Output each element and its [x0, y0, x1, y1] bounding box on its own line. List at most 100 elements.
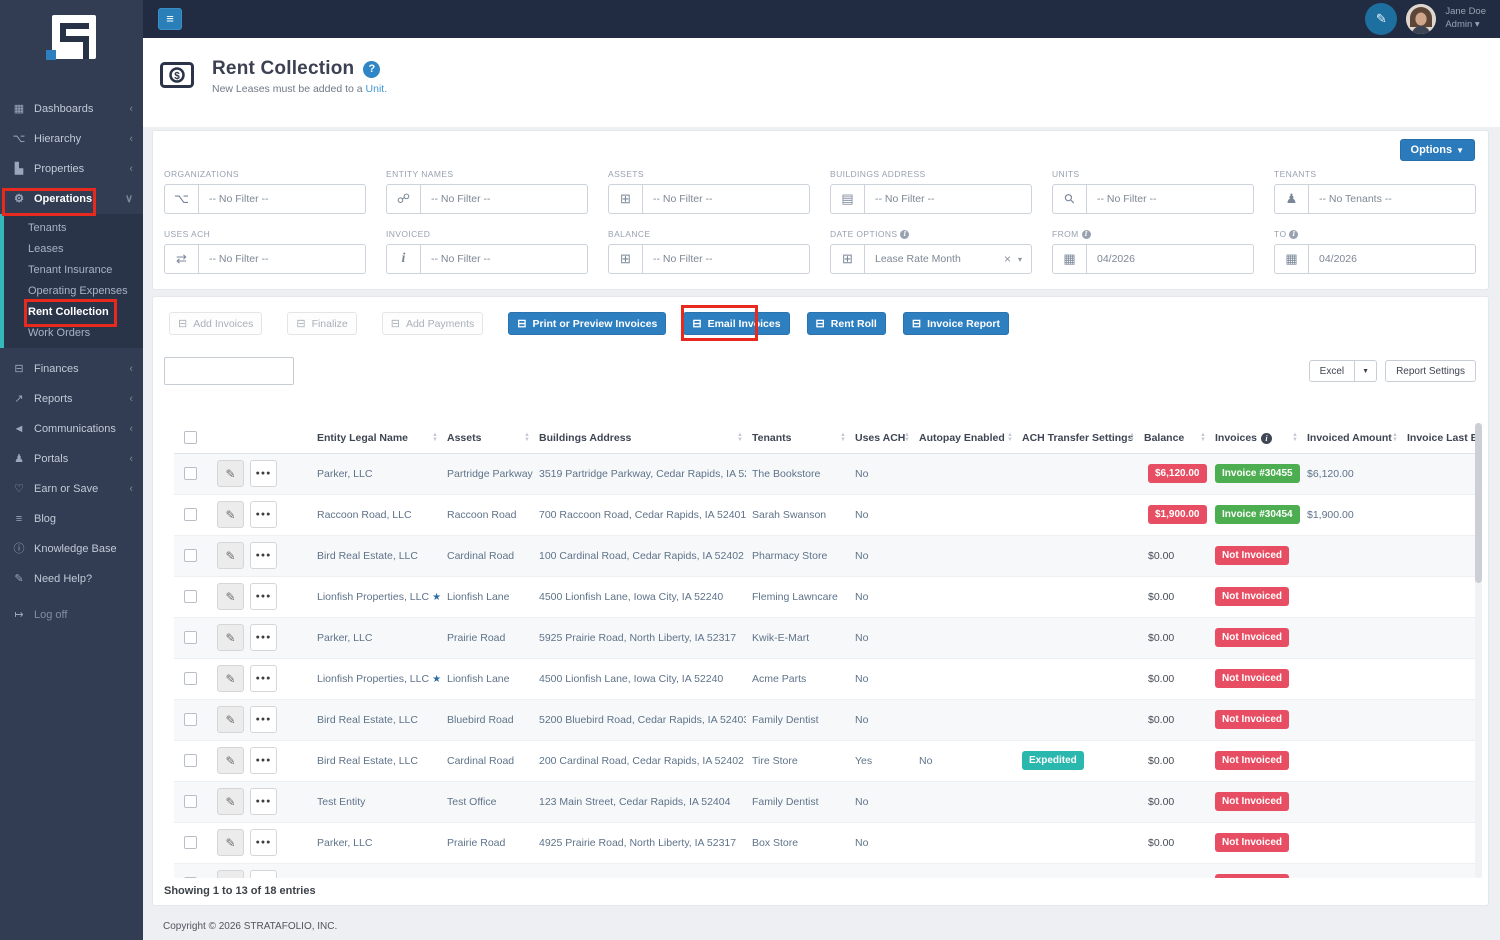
sidebar-item-communications[interactable]: ◄Communications‹ [0, 414, 143, 444]
avatar[interactable] [1406, 4, 1436, 34]
tenant-link[interactable]: Pharmacy Store [752, 550, 827, 562]
building-address-link[interactable]: 5200 Bluebird Road, Cedar Rapids, IA 524… [539, 714, 746, 726]
column-header-assets[interactable]: Assets▲▼ [441, 423, 533, 453]
filter-select-units[interactable]: ⚲-- No Filter -- [1052, 184, 1254, 214]
tenant-link[interactable]: Family Dentist [752, 796, 819, 808]
filter-select-tenants[interactable]: ♟-- No Tenants -- [1274, 184, 1476, 214]
building-address-link[interactable]: 5925 Prairie Road, North Liberty, IA 523… [539, 632, 736, 644]
sidebar-item-log-off[interactable]: ↦Log off [0, 600, 143, 630]
filter-select-from[interactable]: ▦04/2026 [1052, 244, 1254, 274]
row-checkbox[interactable] [184, 508, 197, 521]
stratafolio-logo[interactable] [0, 0, 143, 94]
tenant-link[interactable]: Sarah Swanson [752, 509, 826, 521]
tenant-link[interactable]: Kwik-E-Mart [752, 632, 809, 644]
column-header-ach-transfer-settings[interactable]: ACH Transfer Settings▲▼ [1016, 423, 1138, 453]
finalize-button[interactable]: ⊟Finalize [287, 312, 356, 335]
more-actions-button[interactable]: ●●● [250, 829, 277, 856]
entity-link[interactable]: Bird Real Estate, LLC [317, 755, 418, 767]
sidebar-item-reports[interactable]: ↗Reports‹ [0, 384, 143, 414]
edit-button[interactable]: ✎ [217, 542, 244, 569]
asset-link[interactable]: Prairie Road [447, 632, 505, 644]
building-address-link[interactable]: 3519 Partridge Parkway, Cedar Rapids, IA… [539, 468, 746, 480]
edit-button[interactable]: ✎ [217, 788, 244, 815]
column-header-balance[interactable]: Balance▲▼ [1138, 423, 1209, 453]
add-invoices-button[interactable]: ⊟Add Invoices [169, 312, 262, 335]
more-actions-button[interactable]: ●●● [250, 501, 277, 528]
invoice-badge[interactable]: Invoice #30455 [1215, 464, 1300, 483]
building-address-link[interactable]: 700 Raccoon Road, Cedar Rapids, IA 52401 [539, 509, 746, 521]
filter-select-buildings-address[interactable]: ▤-- No Filter -- [830, 184, 1032, 214]
sidebar-item-properties[interactable]: ▙Properties‹ [0, 154, 143, 184]
tenant-link[interactable]: Family Dentist [752, 714, 819, 726]
hamburger-menu-button[interactable]: ≡ [158, 8, 182, 30]
excel-export-button[interactable]: Excel [1309, 360, 1355, 382]
filter-select-uses-ach[interactable]: ⇄-- No Filter -- [164, 244, 366, 274]
column-header-uses-ach[interactable]: Uses ACH▲▼ [849, 423, 913, 453]
column-header-autopay-enabled[interactable]: Autopay Enabled▲▼ [913, 423, 1016, 453]
unit-link[interactable]: Unit. [366, 83, 388, 95]
sidebar-item-earn-or-save[interactable]: ♡Earn or Save‹ [0, 474, 143, 504]
entity-link[interactable]: Lionfish Properties, LLC [317, 591, 429, 603]
more-actions-button[interactable]: ●●● [250, 583, 277, 610]
print-or-preview-invoices-button[interactable]: ⊟Print or Preview Invoices [508, 312, 666, 335]
filter-select-organizations[interactable]: ⌥-- No Filter -- [164, 184, 366, 214]
filter-select-invoiced[interactable]: i-- No Filter -- [386, 244, 588, 274]
row-checkbox[interactable] [184, 549, 197, 562]
row-checkbox[interactable] [184, 836, 197, 849]
asset-link[interactable]: Lionfish Lane [447, 673, 509, 685]
asset-link[interactable]: Partridge Parkway [447, 468, 533, 480]
building-address-link[interactable]: 100 Cardinal Road, Cedar Rapids, IA 5240… [539, 550, 744, 562]
column-header-invoiced-amount[interactable]: Invoiced Amount▲▼ [1301, 423, 1401, 453]
column-header-tenants[interactable]: Tenants▲▼ [746, 423, 849, 453]
select-all-checkbox[interactable] [184, 431, 197, 444]
sidebar-item-tenants[interactable]: Tenants [4, 218, 143, 239]
tenant-link[interactable]: Fleming Lawncare [752, 591, 838, 603]
row-checkbox[interactable] [184, 467, 197, 480]
sidebar-item-finances[interactable]: ⊟Finances‹ [0, 354, 143, 384]
row-checkbox[interactable] [184, 713, 197, 726]
edit-button[interactable]: ✎ [217, 665, 244, 692]
row-checkbox[interactable] [184, 672, 197, 685]
tenant-link[interactable]: Tire Store [752, 755, 798, 767]
report-settings-button[interactable]: Report Settings [1385, 360, 1476, 382]
edit-button[interactable]: ✎ [217, 829, 244, 856]
entity-link[interactable]: Parker, LLC [317, 837, 372, 849]
column-header-invoice-last-emailed[interactable]: Invoice Last Emailed▲▼ [1401, 423, 1482, 453]
row-checkbox[interactable] [184, 795, 197, 808]
asset-link[interactable]: Bluebird Road [447, 714, 514, 726]
sidebar-item-knowledge-base[interactable]: ⓘKnowledge Base [0, 534, 143, 564]
sidebar-item-leases[interactable]: Leases [4, 239, 143, 260]
building-address-link[interactable]: 200 Cardinal Road, Cedar Rapids, IA 5240… [539, 755, 744, 767]
sidebar-item-portals[interactable]: ♟Portals‹ [0, 444, 143, 474]
column-header-entity-legal-name[interactable]: Entity Legal Name▲▼ [311, 423, 441, 453]
sidebar-item-work-orders[interactable]: Work Orders [4, 323, 143, 344]
chat-help-button[interactable]: ✎ [1365, 3, 1397, 35]
edit-button[interactable]: ✎ [217, 624, 244, 651]
column-header-buildings-address[interactable]: Buildings Address▲▼ [533, 423, 746, 453]
asset-link[interactable]: Test Office [447, 796, 496, 808]
table-scrollbar[interactable] [1475, 423, 1482, 878]
more-actions-button[interactable]: ●●● [250, 542, 277, 569]
edit-button[interactable]: ✎ [217, 747, 244, 774]
asset-link[interactable]: Lionfish Lane [447, 591, 509, 603]
tenant-link[interactable]: The Bookstore [752, 468, 820, 480]
row-checkbox[interactable] [184, 590, 197, 603]
edit-button[interactable]: ✎ [217, 870, 244, 878]
tenant-link[interactable]: Acme Parts [752, 673, 806, 685]
add-payments-button[interactable]: ⊟Add Payments [382, 312, 484, 335]
sidebar-item-hierarchy[interactable]: ⌥Hierarchy‹ [0, 124, 143, 154]
edit-button[interactable]: ✎ [217, 583, 244, 610]
sidebar-item-need-help[interactable]: ✎Need Help? [0, 564, 143, 594]
page-help-icon[interactable]: ? [363, 61, 380, 78]
filter-select-entity-names[interactable]: ☍-- No Filter -- [386, 184, 588, 214]
table-search-input[interactable] [164, 357, 294, 385]
entity-link[interactable]: Bird Real Estate, LLC [317, 550, 418, 562]
filter-select-balance[interactable]: ⊞-- No Filter -- [608, 244, 810, 274]
asset-link[interactable]: Cardinal Road [447, 550, 514, 562]
invoice-report-button[interactable]: ⊟Invoice Report [903, 312, 1009, 335]
scrollbar-thumb[interactable] [1475, 423, 1482, 583]
filter-select-date-options[interactable]: ⊞Lease Rate Month×▾ [830, 244, 1032, 274]
asset-link[interactable]: Cardinal Road [447, 755, 514, 767]
building-address-link[interactable]: 4500 Lionfish Lane, Iowa City, IA 52240 [539, 673, 723, 685]
row-checkbox[interactable] [184, 877, 197, 878]
